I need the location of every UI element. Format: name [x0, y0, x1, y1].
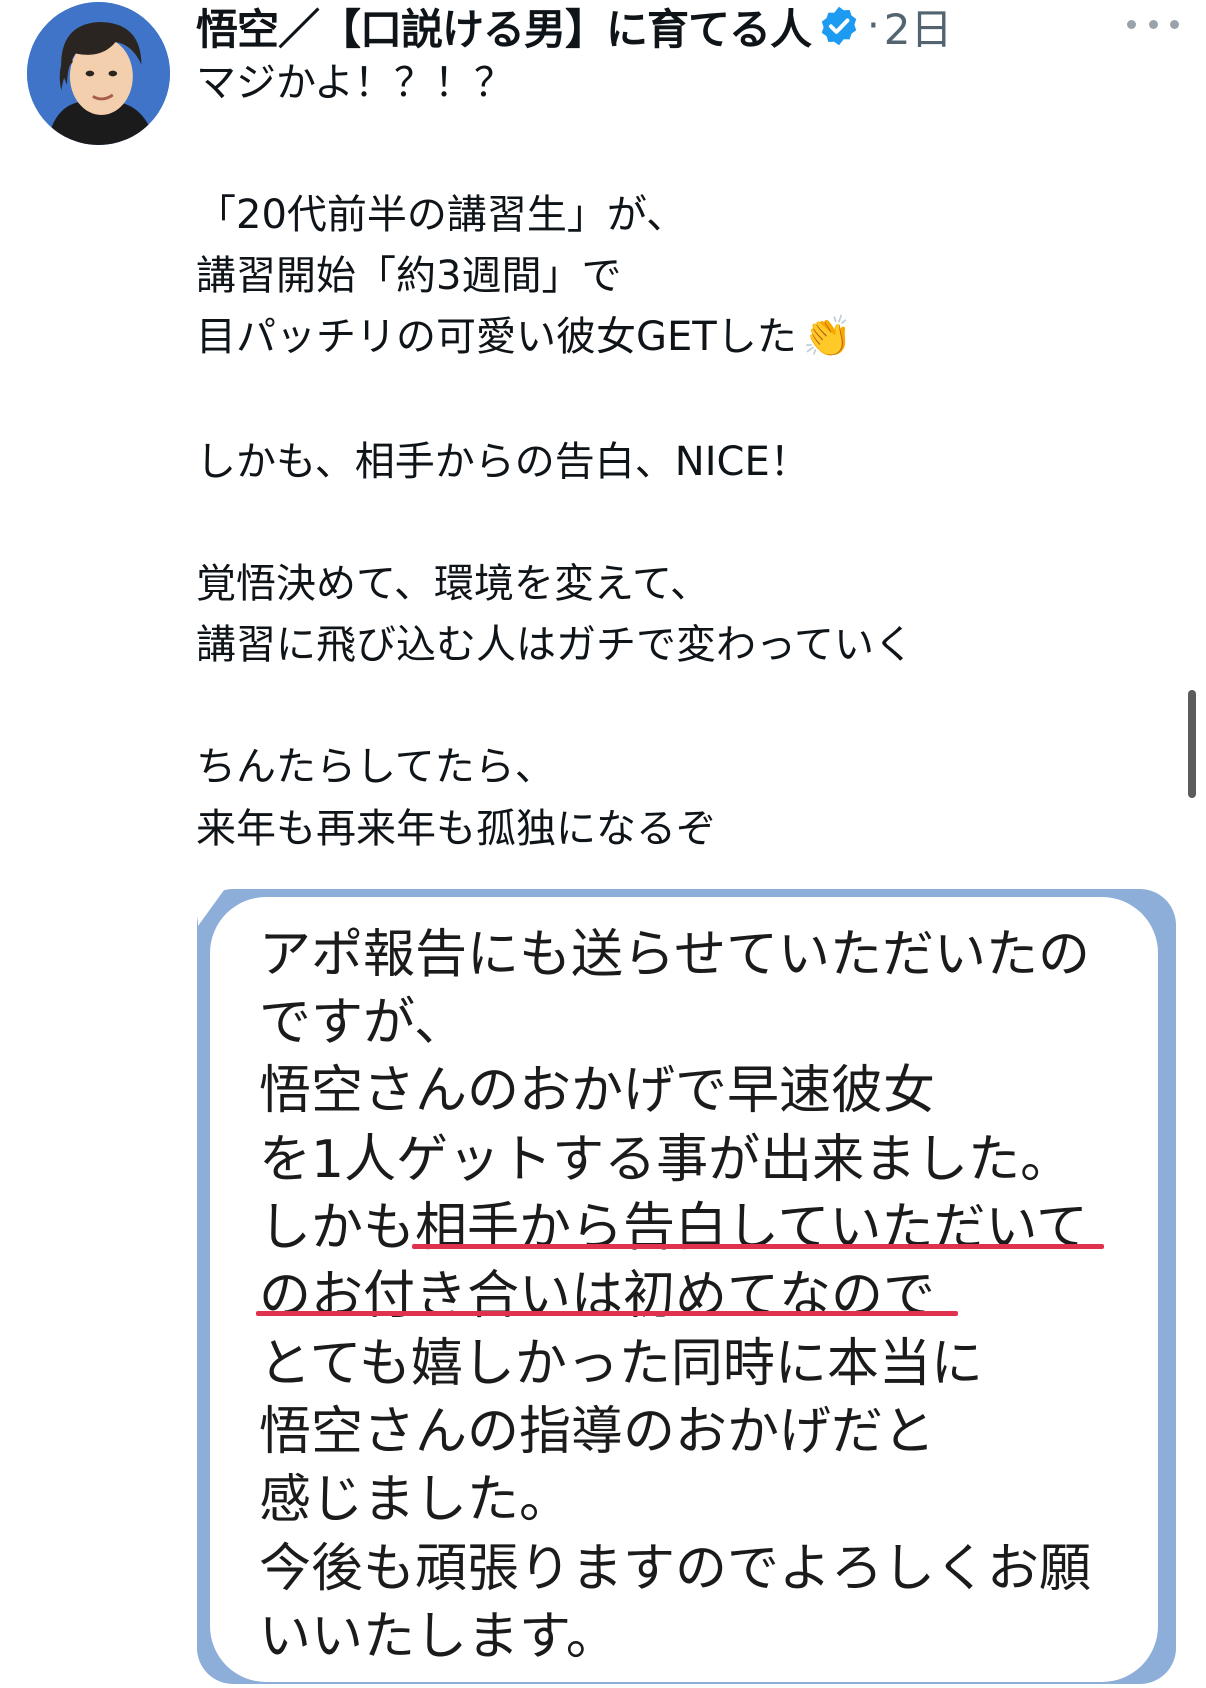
bubble-line: 感じました。: [259, 1470, 572, 1530]
verified-badge-icon: [821, 6, 857, 46]
tweet-line: しかも、相手からの告白、NICE！: [196, 439, 810, 485]
tweet-line: 「20代前半の講習生」が、: [196, 192, 687, 238]
bubble-line: を1人ゲットする事が出来ました。: [259, 1130, 1073, 1190]
highlight-underline: [256, 1311, 958, 1316]
post-time[interactable]: 2日: [884, 0, 953, 57]
more-options-icon[interactable]: [1127, 8, 1179, 40]
author-name[interactable]: 悟空／【口説ける男】に育てる人: [196, 0, 812, 57]
bubble-line: アポ報告にも送らせていただいたの: [259, 925, 1090, 985]
highlight-underline: [412, 1244, 1104, 1249]
tweet-line: マジかよ！？！？: [196, 60, 514, 106]
clap-emoji: 👏: [802, 314, 853, 360]
bubble-line: 今後も頑張りますのでよろしくお願: [259, 1539, 1092, 1599]
bubble-line: 悟空さんのおかげで早速彼女: [259, 1061, 936, 1121]
separator: ·: [867, 3, 880, 49]
bubble-line: ですが、: [259, 993, 466, 1053]
tweet-line: 来年も再来年も孤独になるぞ: [196, 806, 716, 852]
avatar[interactable]: [27, 2, 170, 145]
tweet-line: 講習開始「約3週間」で: [196, 253, 622, 299]
bubble-line: 悟空さんの指導のおかげだと: [259, 1402, 936, 1462]
bubble-line: しかも相手から告白していただいて: [259, 1198, 1088, 1258]
bubble-line: とても嬉しかった同時に本当に: [259, 1334, 983, 1394]
tweet-line-with-emoji: 目パッチリの可愛い彼女GETした 👏: [196, 313, 853, 361]
tweet-line-text: 目パッチリの可愛い彼女GETした: [196, 314, 797, 360]
post-header: 悟空／【口説ける男】に育てる人 · 2日: [196, 0, 952, 54]
bubble-line: いいたします。: [259, 1607, 618, 1667]
chat-bubble-tail: [198, 890, 224, 926]
avatar-illustration: [27, 2, 170, 145]
tweet-line: 覚悟決めて、環境を変えて、: [196, 561, 710, 607]
tweet-line: ちんたらしてたら、: [196, 744, 555, 790]
scrollbar[interactable]: [1188, 690, 1196, 798]
bubble-line: のお付き合いは初めてなので: [259, 1266, 936, 1326]
tweet-line: 講習に飛び込む人はガチで変わっていく: [196, 622, 914, 668]
